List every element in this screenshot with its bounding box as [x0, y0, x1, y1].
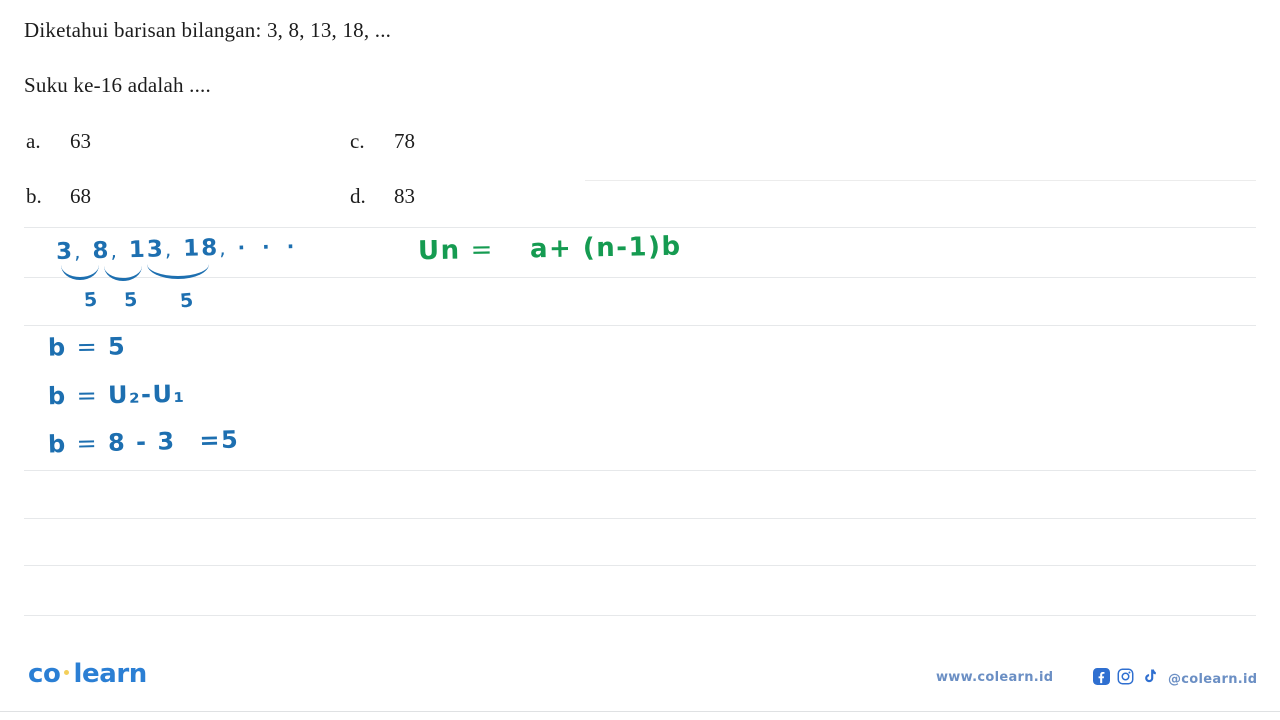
difference-arc-icon — [104, 263, 142, 281]
option-d-value: 83 — [394, 184, 415, 208]
option-c-value: 78 — [394, 129, 415, 153]
work-3-equals: = — [76, 429, 99, 458]
question-line-2: Suku ke-16 adalah .... — [24, 73, 211, 97]
option-d-label: d. — [350, 184, 366, 208]
work-2-rhs: U₂-U₁ — [107, 379, 186, 410]
work-line-3: b = 8 - 3 =5 — [48, 426, 240, 459]
sequence-ellipsis: · · · — [237, 234, 300, 260]
option-d[interactable]: d. 83 — [350, 184, 415, 209]
footer-divider — [0, 711, 1280, 712]
option-c[interactable]: c. 78 — [350, 129, 415, 154]
logo-text-left: co — [28, 659, 61, 689]
logo-dot-icon — [64, 669, 70, 675]
option-a[interactable]: a. 63 — [26, 129, 91, 154]
rule-line — [24, 565, 1256, 566]
rule-line — [24, 470, 1256, 471]
sequence-separator: , — [73, 239, 83, 264]
work-1-rhs: 5 — [107, 332, 127, 361]
option-c-label: c. — [350, 129, 365, 153]
option-a-label: a. — [26, 129, 41, 153]
work-2-lhs: b — [47, 381, 67, 411]
work-line-2: b = U₂-U₁ — [48, 380, 186, 410]
question-line-1: Diketahui barisan bilangan: 3, 8, 13, 18… — [24, 18, 392, 42]
option-b-value: 68 — [70, 184, 91, 208]
sequence-term-1: 3 — [55, 238, 75, 265]
work-3-result: =5 — [199, 425, 240, 455]
logo-text-right: learn — [73, 659, 147, 689]
work-1-equals: = — [76, 332, 99, 362]
sequence-term-4: 18 — [182, 234, 220, 262]
work-3-lhs: b — [47, 430, 68, 459]
work-2-equals: = — [76, 381, 99, 410]
tiktok-icon[interactable] — [1141, 668, 1158, 690]
formula-lhs: Un — [417, 235, 461, 267]
rule-line — [24, 615, 1256, 616]
option-a-value: 63 — [70, 129, 91, 153]
difference-value-3: 5 — [179, 289, 195, 313]
sequence-separator: , — [164, 237, 174, 262]
formula-equals: = — [470, 234, 495, 266]
website-url[interactable]: www.colearn.id — [936, 670, 1053, 685]
difference-value-2: 5 — [123, 288, 138, 312]
work-1-lhs: b — [47, 333, 67, 362]
rule-line — [585, 180, 1256, 181]
instagram-icon[interactable] — [1117, 668, 1134, 690]
work-3-rhs: 8 - 3 — [107, 427, 176, 457]
rule-line — [24, 325, 1256, 326]
sequence-separator: , — [110, 238, 120, 263]
facebook-icon[interactable] — [1093, 668, 1110, 690]
option-b-label: b. — [26, 184, 42, 208]
colearn-logo[interactable]: co learn — [28, 659, 147, 689]
worksheet-page: Diketahui barisan bilangan: 3, 8, 13, 18… — [0, 0, 1280, 720]
sequence-term-2: 8 — [92, 237, 111, 265]
formula-rhs: a+ (n-1)b — [529, 231, 682, 265]
handwritten-formula: Un = a+ (n-1)b — [418, 232, 682, 267]
social-links: @colearn.id — [1093, 668, 1257, 690]
sequence-separator: , — [218, 235, 228, 260]
rule-line — [24, 518, 1256, 519]
difference-value-1: 5 — [83, 288, 98, 312]
rule-line — [24, 277, 1256, 278]
sequence-term-3: 13 — [128, 236, 166, 264]
rule-line — [24, 227, 1256, 228]
social-handle[interactable]: @colearn.id — [1168, 672, 1257, 687]
work-line-1: b = 5 — [48, 332, 127, 361]
option-b[interactable]: b. 68 — [26, 184, 91, 209]
